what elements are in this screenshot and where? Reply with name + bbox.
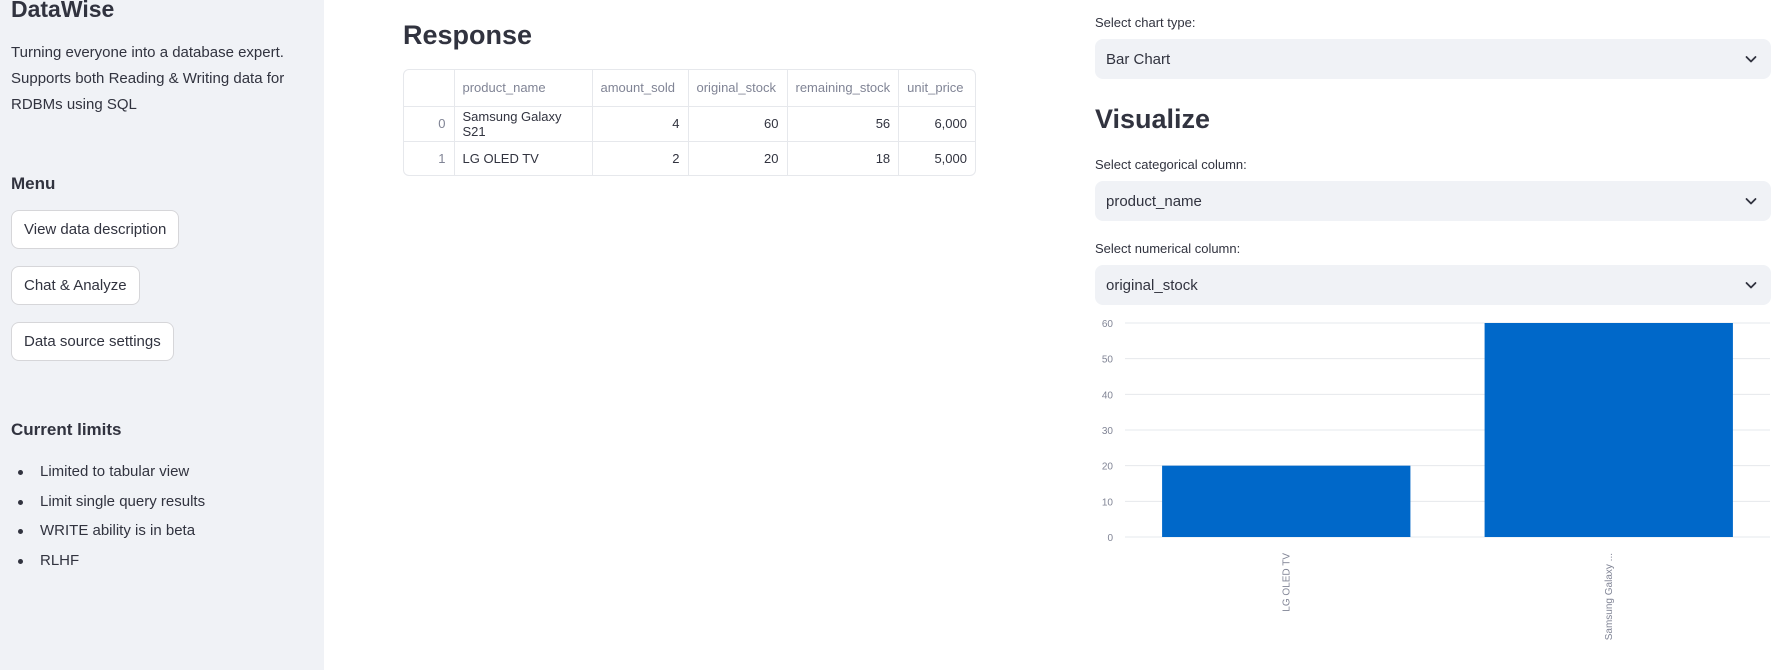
data-source-settings-button[interactable]: Data source settings: [11, 322, 174, 361]
bar-chart[interactable]: 0 10 20 30 40 50 60 LG OLED TV Samsung Galaxy ..…: [1090, 315, 1780, 655]
row-index: 0: [404, 106, 455, 142]
table-cell[interactable]: 20: [688, 141, 788, 175]
categorical-column-label: Select categorical column:: [1095, 157, 1247, 172]
chart-type-label: Select chart type:: [1095, 15, 1196, 30]
column-header-index[interactable]: [404, 70, 455, 107]
visualize-title: Visualize: [1095, 104, 1211, 134]
table-cell[interactable]: LG OLED TV: [454, 141, 593, 175]
response-dataframe[interactable]: product_name amount_sold original_stock …: [403, 69, 976, 176]
view-data-description-button[interactable]: View data description: [11, 210, 180, 249]
limit-item: WRITE ability is in beta: [17, 521, 205, 551]
table-cell[interactable]: 60: [688, 106, 788, 142]
table-cell[interactable]: 56: [787, 106, 900, 142]
app-title: DataWise: [11, 0, 115, 22]
numerical-column-label: Select numerical column:: [1095, 241, 1241, 256]
row-index: 1: [404, 141, 455, 175]
table-row: 1 LG OLED TV 2 20 18 5,000: [404, 141, 975, 175]
sidebar: DataWise Turning everyone into a databas…: [0, 0, 324, 670]
chevron-down-icon: [1745, 282, 1757, 289]
x-tick-label: LG OLED TV: [1281, 553, 1292, 612]
chart-type-value: Bar Chart: [1106, 50, 1171, 68]
response-title: Response: [403, 20, 533, 50]
y-tick-label: 30: [1102, 426, 1114, 437]
bar[interactable]: [1162, 465, 1411, 537]
y-tick-label: 40: [1102, 390, 1114, 401]
table-cell[interactable]: 2: [592, 141, 689, 175]
numerical-column-value: original_stock: [1106, 276, 1198, 294]
chat-analyze-button[interactable]: Chat & Analyze: [11, 266, 140, 305]
limit-item: RLHF: [17, 551, 205, 581]
numerical-column-select[interactable]: original_stock: [1095, 265, 1771, 305]
y-tick-label: 0: [1107, 533, 1113, 544]
chart-type-select[interactable]: Bar Chart: [1095, 39, 1771, 79]
limit-item: Limited to tabular view: [17, 462, 205, 492]
table-row: 0 Samsung Galaxy S21 4 60 56 6,000: [404, 106, 975, 142]
limits-list: Limited to tabular view Limit single que…: [17, 462, 205, 581]
column-header[interactable]: product_name: [454, 70, 593, 107]
y-tick-label: 20: [1102, 462, 1114, 473]
limits-title: Current limits: [11, 420, 122, 439]
y-tick-label: 50: [1102, 355, 1114, 366]
table-cell[interactable]: Samsung Galaxy S21: [454, 106, 593, 142]
y-tick-label: 60: [1102, 319, 1114, 330]
categorical-column-value: product_name: [1106, 192, 1202, 210]
menu-title: Menu: [11, 174, 56, 193]
bar[interactable]: [1484, 323, 1733, 537]
chevron-down-icon: [1745, 56, 1757, 63]
table-cell[interactable]: 4: [592, 106, 689, 142]
table-cell[interactable]: 18: [787, 141, 900, 175]
y-tick-label: 10: [1102, 497, 1114, 508]
table-cell[interactable]: 5,000: [899, 141, 975, 175]
categorical-column-select[interactable]: product_name: [1095, 181, 1771, 221]
column-header[interactable]: original_stock: [688, 70, 788, 107]
column-header[interactable]: amount_sold: [592, 70, 689, 107]
table-header-row: product_name amount_sold original_stock …: [404, 70, 975, 107]
x-tick-label: Samsung Galaxy ...: [1604, 553, 1615, 640]
table-cell[interactable]: 6,000: [898, 106, 975, 142]
chevron-down-icon: [1745, 198, 1757, 205]
app-description: Turning everyone into a database expert.…: [11, 44, 285, 113]
column-header[interactable]: unit_price: [898, 70, 975, 107]
limit-item: Limit single query results: [17, 492, 205, 522]
column-header[interactable]: remaining_stock: [787, 70, 900, 107]
